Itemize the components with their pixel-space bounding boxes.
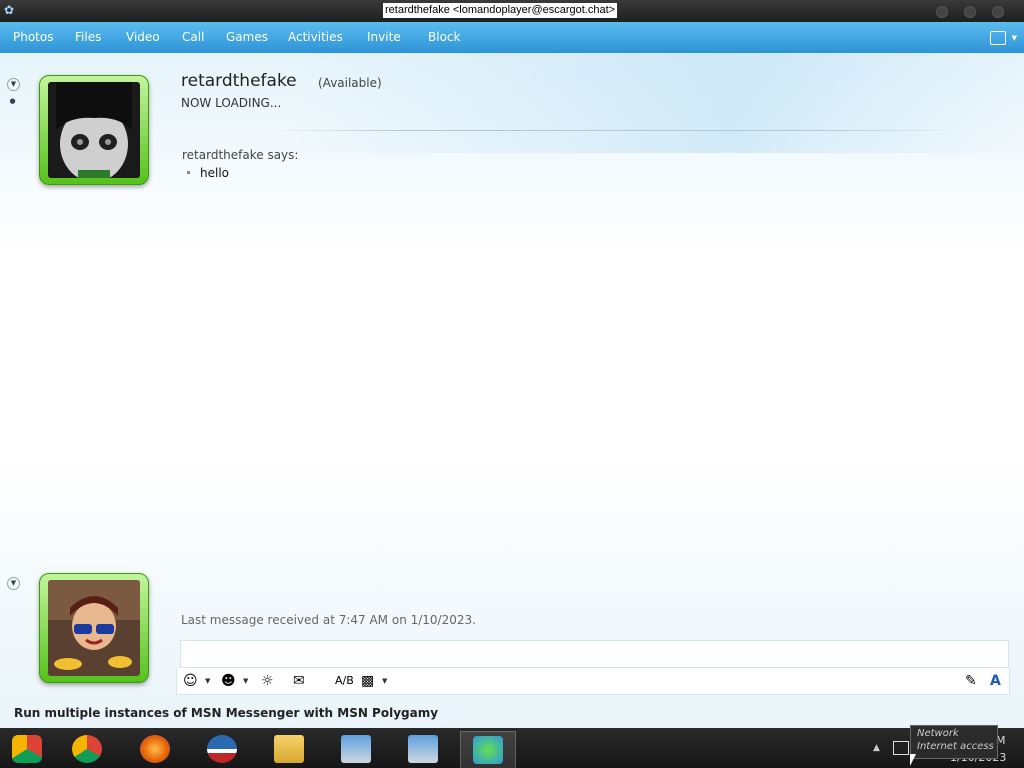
tooltip-title: Network — [917, 728, 959, 739]
collapse-contact-icon[interactable]: ▼ — [7, 78, 20, 91]
message-input[interactable] — [180, 640, 1009, 668]
maximize-button[interactable] — [964, 6, 976, 18]
conversation-area — [0, 53, 1024, 728]
title-bar: ✿ retardthefake <lomandoplayer@escargot.… — [0, 0, 1024, 22]
handwriting-icon[interactable]: ✎ — [965, 673, 977, 689]
contact-avatar[interactable] — [39, 75, 149, 185]
close-button[interactable] — [992, 6, 1004, 18]
menu-caret-icon[interactable]: ▼ — [1012, 34, 1017, 42]
background-caret-icon[interactable]: ▼ — [382, 677, 387, 685]
contact-avatar-image — [48, 82, 140, 178]
firefox-icon — [140, 735, 170, 763]
chrome-icon — [72, 735, 102, 763]
promo-text[interactable]: Run multiple instances of MSN Messenger … — [14, 706, 438, 720]
taskbar — [0, 728, 1024, 768]
background-icon[interactable]: ▩ — [361, 673, 374, 689]
taskbar-file-explorer[interactable] — [262, 731, 316, 767]
nudge-icon[interactable]: ☼ — [261, 673, 274, 689]
menu-files[interactable]: Files — [75, 30, 101, 44]
installer-icon — [408, 735, 438, 763]
menu-invite[interactable]: Invite — [367, 30, 401, 44]
user-avatar[interactable] — [39, 573, 149, 683]
user-avatar-image — [48, 580, 140, 676]
emoticon-caret-icon[interactable]: ▼ — [205, 677, 210, 685]
action-menu-bar: Photos Files Video Call Games Activities… — [0, 22, 1024, 54]
mouse-cursor — [910, 754, 916, 766]
menu-video[interactable]: Video — [126, 30, 160, 44]
voice-clip-icon[interactable]: ✉ — [293, 673, 305, 689]
spellcheck-icon[interactable]: A∕B — [335, 673, 354, 689]
menu-call[interactable]: Call — [182, 30, 204, 44]
font-icon[interactable]: A — [990, 673, 1001, 689]
network-icon[interactable] — [893, 741, 909, 755]
window-title: retardthefake <lomandoplayer@escargot.ch… — [383, 3, 618, 18]
menu-games[interactable]: Games — [226, 30, 268, 44]
message-text: hello — [200, 166, 229, 180]
contact-card-icon[interactable]: ● — [7, 96, 18, 107]
chrome-icon — [12, 735, 42, 763]
contact-name: retardthefake — [181, 71, 297, 91]
wink-icon[interactable]: ☻ — [221, 673, 236, 689]
compose-toolbar: ☺ ▼ ☻ ▼ ☼ ✉ A∕B ▩ ▼ ✎ A — [176, 668, 1010, 695]
contact-status: (Available) — [318, 76, 382, 90]
taskbar-chrome-alt[interactable] — [0, 731, 54, 767]
taskbar-installer-1[interactable] — [329, 731, 383, 767]
taskbar-obama[interactable] — [195, 731, 249, 767]
show-hidden-icons[interactable]: ▲ — [873, 743, 880, 753]
minimize-button[interactable] — [936, 6, 948, 18]
sender-line: retardthefake says: — [182, 148, 299, 162]
emoticon-icon[interactable]: ☺ — [183, 673, 198, 689]
taskbar-msn-messenger[interactable] — [460, 731, 516, 768]
tooltip-subtitle: Internet access — [917, 741, 994, 752]
msn-messenger-icon — [473, 736, 503, 764]
menu-activities[interactable]: Activities — [288, 30, 343, 44]
last-message-received: Last message received at 7:47 AM on 1/10… — [181, 613, 476, 627]
message-bullet — [187, 171, 190, 174]
installer-icon — [341, 735, 371, 763]
menu-block[interactable]: Block — [428, 30, 460, 44]
personal-message: NOW LOADING... — [181, 96, 282, 110]
header-divider — [265, 130, 960, 131]
taskbar-installer-2[interactable] — [396, 731, 450, 767]
wink-caret-icon[interactable]: ▼ — [243, 677, 248, 685]
network-tooltip: Network Internet access — [910, 725, 998, 759]
msn-app-icon: ✿ — [4, 3, 15, 17]
obama-icon — [207, 735, 237, 763]
taskbar-chrome[interactable] — [60, 731, 114, 767]
show-menu-icon[interactable] — [990, 31, 1006, 45]
collapse-self-icon[interactable]: ▼ — [7, 577, 20, 590]
menu-photos[interactable]: Photos — [13, 30, 53, 44]
taskbar-firefox[interactable] — [128, 731, 182, 767]
background-swoosh — [300, 53, 1024, 153]
file-explorer-icon — [274, 735, 304, 763]
